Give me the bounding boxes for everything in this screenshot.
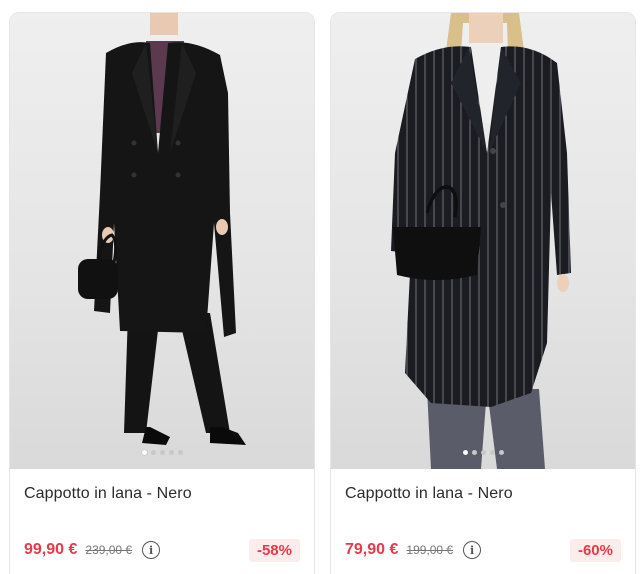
discount-badge: -60% bbox=[569, 538, 621, 562]
carousel-dot[interactable] bbox=[168, 450, 174, 455]
carousel-dot[interactable] bbox=[150, 450, 156, 455]
product-grid: Cappotto in lana - Nero 99,90 € 239,00 €… bbox=[0, 0, 640, 574]
image-carousel-dots[interactable] bbox=[331, 450, 635, 455]
info-icon[interactable]: i bbox=[142, 541, 161, 559]
original-price: 199,00 € bbox=[406, 543, 454, 557]
carousel-dot[interactable] bbox=[177, 450, 183, 455]
product-title[interactable]: Cappotto in lana - Nero bbox=[345, 485, 513, 503]
sale-price: 99,90 € bbox=[24, 541, 78, 558]
carousel-dot[interactable] bbox=[462, 450, 468, 455]
carousel-dot[interactable] bbox=[489, 450, 495, 455]
price-row: 99,90 € 239,00 € i -58% bbox=[24, 537, 300, 563]
image-carousel-dots[interactable] bbox=[10, 450, 314, 455]
price-row: 79,90 € 199,00 € i -60% bbox=[345, 537, 621, 563]
carousel-dot[interactable] bbox=[471, 450, 477, 455]
info-icon[interactable]: i bbox=[463, 541, 482, 559]
product-card[interactable]: Cappotto in lana - Nero 79,90 € 199,00 €… bbox=[330, 12, 636, 574]
product-title[interactable]: Cappotto in lana - Nero bbox=[24, 485, 192, 503]
carousel-dot[interactable] bbox=[159, 450, 165, 455]
discount-badge: -58% bbox=[248, 538, 300, 562]
product-image[interactable] bbox=[331, 13, 635, 469]
coat-photo-1 bbox=[78, 13, 246, 445]
carousel-dot[interactable] bbox=[498, 450, 504, 455]
sale-price: 79,90 € bbox=[345, 541, 399, 558]
carousel-dot[interactable] bbox=[480, 450, 486, 455]
carousel-dot[interactable] bbox=[141, 450, 147, 455]
product-image[interactable] bbox=[10, 13, 314, 469]
coat-photo-2 bbox=[391, 13, 571, 469]
product-card[interactable]: Cappotto in lana - Nero 99,90 € 239,00 €… bbox=[9, 12, 315, 574]
original-price: 239,00 € bbox=[85, 543, 133, 557]
